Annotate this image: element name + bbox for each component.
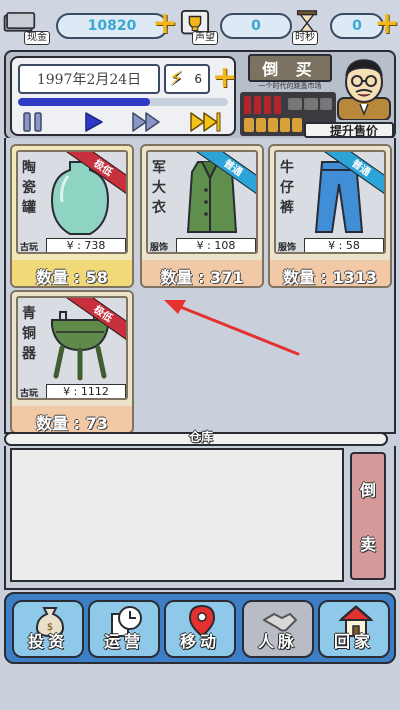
inventory-panel: 陶 瓷 罐 极低 古玩 ¥ : 738 数量 : 58 军 大 衣 普通 服饰 … bbox=[4, 138, 396, 434]
nav-contacts-button[interactable]: 人脉 bbox=[242, 600, 314, 658]
add-time-button[interactable]: + bbox=[374, 9, 400, 39]
fastest-forward-button[interactable] bbox=[188, 110, 222, 134]
nav-home-label: 回家 bbox=[333, 632, 374, 651]
reputation-value: 0 bbox=[220, 13, 292, 39]
cash-stat: 现金 10820 + bbox=[2, 9, 180, 45]
top-stats-bar: 现金 10820 + 声望 0 时秒 0 + bbox=[0, 0, 400, 50]
warehouse-slots bbox=[10, 448, 344, 582]
upgrade-price-label: 提升售价 bbox=[329, 123, 378, 138]
reputation-stat: 声望 0 bbox=[178, 9, 296, 45]
add-speed-button[interactable]: + bbox=[212, 63, 237, 93]
day-progress-bar bbox=[18, 98, 228, 106]
add-cash-button[interactable]: + bbox=[152, 9, 178, 39]
merchant-avatar bbox=[337, 59, 391, 120]
upgrade-price-button[interactable]: 提升售价 bbox=[304, 122, 394, 138]
time-stat: 时秒 0 + bbox=[290, 9, 400, 45]
play-button[interactable] bbox=[76, 110, 110, 134]
annotation-arrow bbox=[164, 300, 300, 356]
warehouse-panel: 倒 卖 bbox=[4, 446, 396, 590]
sell-label-1: 倒 bbox=[359, 481, 376, 500]
play-icon bbox=[85, 112, 103, 132]
lightning-icon: ⚡ bbox=[169, 66, 184, 90]
nav-invest-label: 投资 bbox=[27, 632, 68, 651]
pause-button[interactable] bbox=[16, 110, 50, 134]
nav-move-label: 移动 bbox=[179, 632, 220, 651]
nav-operate-button[interactable]: 运营 bbox=[88, 600, 160, 658]
cash-label: 现金 bbox=[24, 31, 50, 45]
speed-display: ⚡ 6 bbox=[164, 64, 210, 94]
bottom-navigation: $ 投资 运营 移动 人脉 回家 bbox=[4, 592, 396, 664]
nav-operate-label: 运营 bbox=[103, 632, 144, 651]
fastest-forward-icon bbox=[190, 112, 221, 132]
fast-forward-icon bbox=[132, 112, 160, 132]
fast-forward-button[interactable] bbox=[130, 110, 164, 134]
speed-value: 6 bbox=[194, 72, 202, 86]
shop-sign: 倒 买 bbox=[248, 54, 332, 82]
warehouse-label: 仓库 bbox=[188, 430, 213, 444]
pause-icon bbox=[23, 112, 42, 132]
day-progress-fill bbox=[18, 98, 151, 106]
nav-home-button[interactable]: 回家 bbox=[318, 600, 390, 658]
date-control-panel: 1997年2月24日 ⚡ 6 + bbox=[10, 56, 237, 136]
header-panel: 1997年2月24日 ⚡ 6 + 倒 买 一个时代的跳蚤市场 提升售价 bbox=[4, 50, 396, 140]
nav-invest-button[interactable]: $ 投资 bbox=[12, 600, 84, 658]
nav-contacts-label: 人脉 bbox=[257, 632, 298, 651]
nav-move-button[interactable]: 移动 bbox=[164, 600, 236, 658]
sell-label-2: 卖 bbox=[359, 535, 376, 554]
sell-button[interactable]: 倒 卖 bbox=[350, 452, 386, 580]
time-label: 时秒 bbox=[292, 31, 318, 45]
shop-subtitle: 一个时代的跳蚤市场 bbox=[258, 82, 322, 90]
current-date: 1997年2月24日 bbox=[18, 64, 160, 94]
reputation-label: 声望 bbox=[192, 31, 218, 45]
